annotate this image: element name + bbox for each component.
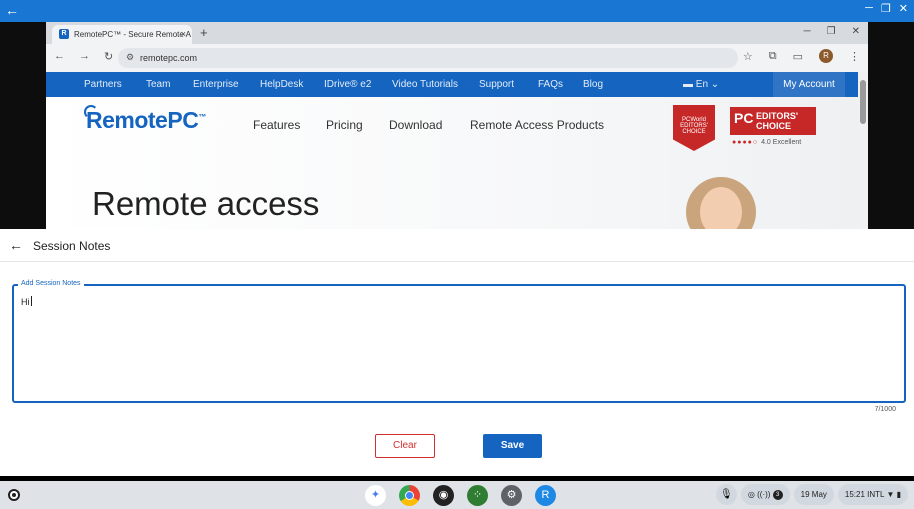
- chevron-down-icon: ⌄: [708, 79, 720, 90]
- reload-icon[interactable]: ↻: [104, 50, 113, 63]
- browser-minimize-icon[interactable]: ─: [804, 26, 811, 37]
- pcmag-award-text: EDITORS' CHOICE: [756, 111, 798, 131]
- remotepc-app-icon[interactable]: R: [535, 485, 556, 506]
- system-tray[interactable]: 15:21 INTL ▼ ▮: [837, 484, 908, 505]
- airdroid-icon[interactable]: ◉: [433, 485, 454, 506]
- arrow-left-icon[interactable]: ←: [5, 2, 19, 18]
- hotspot-icon: ((·)): [757, 490, 773, 499]
- cast-icon[interactable]: ▭: [793, 50, 803, 63]
- address-bar[interactable]: ⚙ remotepc.com: [118, 48, 738, 68]
- settings-gear-icon[interactable]: ⚙: [501, 485, 522, 506]
- scrollbar-thumb[interactable]: [860, 80, 866, 124]
- profile-avatar[interactable]: R: [819, 49, 833, 63]
- nav-video-tutorials[interactable]: Video Tutorials: [392, 79, 458, 90]
- tab-title: RemotePC™ - Secure Remote A: [74, 30, 191, 39]
- language-label: En: [695, 79, 709, 90]
- notification-pill[interactable]: ◎ ((·)) 3: [740, 484, 790, 505]
- pcworld-award-badge: PCWorld EDITORS' CHOICE: [673, 105, 715, 151]
- viewer-top-bar: ← ─ ❐ ✕: [0, 0, 914, 22]
- browser-forward-icon[interactable]: →: [79, 50, 90, 63]
- battery-icon: ▮: [896, 490, 901, 499]
- gemini-icon[interactable]: ✦: [365, 485, 386, 506]
- panel-title: Session Notes: [33, 239, 111, 253]
- browser-back-icon[interactable]: ←: [54, 50, 65, 63]
- app-grid-icon[interactable]: ⁘: [467, 485, 488, 506]
- launcher-icon[interactable]: [8, 489, 20, 501]
- menu-pricing[interactable]: Pricing: [326, 118, 363, 132]
- notification-count: 3: [772, 490, 783, 500]
- chrome-icon[interactable]: [399, 485, 420, 506]
- save-button[interactable]: Save: [483, 434, 542, 458]
- language-selector[interactable]: ▬ En ⌄: [683, 79, 719, 90]
- nav-support[interactable]: Support: [479, 79, 514, 90]
- nav-faqs[interactable]: FAQs: [538, 79, 563, 90]
- menu-download[interactable]: Download: [389, 118, 442, 132]
- cast-status-icon: ◎: [747, 490, 758, 499]
- os-shelf: ✦ ◉ ⁘ ⚙ R 🎙 ◎ ((·)) 3 19 May 15:21 INTL …: [0, 481, 914, 509]
- nav-helpdesk[interactable]: HelpDesk: [260, 79, 303, 90]
- status-area: 🎙 ◎ ((·)) 3 19 May 15:21 INTL ▼ ▮: [715, 484, 908, 505]
- remote-screen-view[interactable]: R RemotePC™ - Secure Remote A × + ─ ❐ ✕ …: [0, 22, 914, 229]
- wifi-icon: ▼: [886, 490, 895, 499]
- rating-text: 4.0 Excellent: [761, 139, 802, 146]
- browser-restore-icon[interactable]: ❐: [827, 26, 836, 37]
- ime-indicator: INTL: [867, 490, 885, 499]
- session-notes-label: Add Session Notes: [18, 280, 84, 287]
- nav-partners[interactable]: Partners: [84, 79, 122, 90]
- pcmag-logo: PC: [734, 110, 754, 126]
- site-info-icon[interactable]: ⚙: [126, 52, 134, 63]
- session-notes-panel: ← Session Notes Add Session Notes Hi 7/1…: [0, 229, 914, 476]
- browser-tab[interactable]: R RemotePC™ - Secure Remote A ×: [52, 25, 192, 44]
- bookmark-star-icon[interactable]: ☆: [743, 50, 753, 63]
- hero-person-image: [676, 169, 766, 229]
- microphone-icon[interactable]: 🎙: [715, 484, 737, 505]
- window-controls: ─ ❐ ✕: [865, 2, 908, 15]
- notes-text: Hi: [21, 297, 30, 307]
- session-notes-textarea[interactable]: [12, 284, 906, 403]
- character-counter: 7/1000: [874, 406, 896, 413]
- site-top-nav: Partners Team Enterprise HelpDesk IDrive…: [46, 72, 858, 97]
- browser-close-icon[interactable]: ✕: [852, 26, 860, 37]
- extensions-icon[interactable]: ⧉: [769, 50, 777, 63]
- back-arrow-icon[interactable]: ←: [9, 237, 23, 253]
- panel-header: ← Session Notes: [0, 229, 914, 262]
- remotepc-favicon-icon: R: [59, 29, 69, 39]
- remotepc-logo[interactable]: RemotePC™: [86, 107, 206, 134]
- pcmag-award-badge: PC EDITORS' CHOICE: [730, 107, 816, 135]
- session-notes-value[interactable]: Hi: [21, 296, 32, 307]
- clear-button[interactable]: Clear: [375, 434, 435, 458]
- new-tab-icon[interactable]: +: [200, 25, 208, 40]
- site-header: RemotePC™ Features Pricing Download Remo…: [46, 97, 858, 229]
- hero-heading: Remote access: [92, 185, 320, 222]
- rating-dots-icon: ●●●●○: [732, 139, 762, 146]
- nav-enterprise[interactable]: Enterprise: [193, 79, 239, 90]
- browser-menu-icon[interactable]: ⋮: [849, 50, 860, 63]
- menu-features[interactable]: Features: [253, 118, 300, 132]
- remote-browser-window: R RemotePC™ - Secure Remote A × + ─ ❐ ✕ …: [46, 22, 868, 229]
- close-icon[interactable]: ✕: [899, 2, 908, 15]
- address-text: remotepc.com: [140, 53, 198, 63]
- us-flag-icon: ▬: [683, 79, 696, 90]
- text-caret: [30, 296, 32, 306]
- menu-remote-access-products[interactable]: Remote Access Products: [470, 118, 604, 132]
- nav-idrive-e2[interactable]: IDrive® e2: [324, 79, 371, 90]
- date-pill[interactable]: 19 May: [793, 484, 834, 505]
- my-account-button[interactable]: My Account: [773, 72, 845, 97]
- nav-blog[interactable]: Blog: [583, 79, 603, 90]
- browser-window-controls: ─ ❐ ✕: [804, 26, 860, 37]
- logo-trademark: ™: [198, 112, 206, 122]
- tab-strip: R RemotePC™ - Secure Remote A × + ─ ❐ ✕: [46, 22, 868, 44]
- tab-close-icon[interactable]: ×: [181, 29, 186, 39]
- restore-icon[interactable]: ❐: [881, 2, 891, 15]
- browser-toolbar: ← → ↻ ⚙ remotepc.com ☆ ⧉ ▭ R ⋮: [46, 44, 868, 72]
- nav-team[interactable]: Team: [146, 79, 170, 90]
- logo-text: RemotePC: [86, 107, 199, 133]
- clock: 15:21: [844, 490, 865, 499]
- minimize-icon[interactable]: ─: [865, 2, 873, 15]
- rating: ●●●●○ 4.0 Excellent: [732, 139, 801, 146]
- pinned-apps: ✦ ◉ ⁘ ⚙ R: [365, 485, 556, 506]
- page-scrollbar[interactable]: [858, 72, 868, 229]
